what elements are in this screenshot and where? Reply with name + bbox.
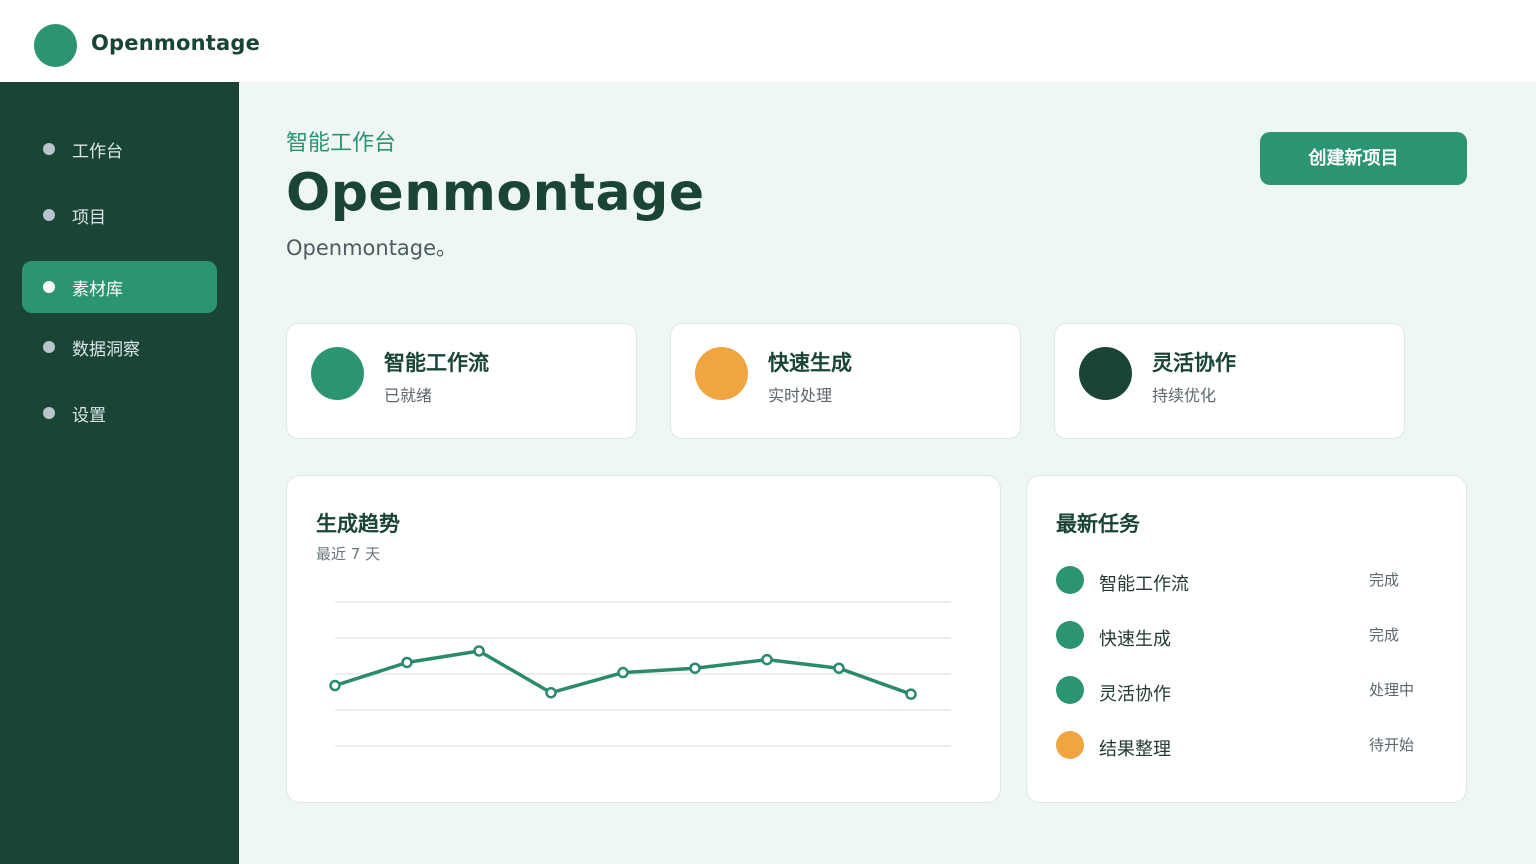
task-status-dot-icon bbox=[1056, 676, 1084, 704]
page-subtitle: Openmontage。 bbox=[286, 236, 458, 260]
data-point[interactable] bbox=[329, 679, 341, 692]
task-status-dot-icon bbox=[1056, 731, 1084, 759]
page-eyebrow: 智能工作台 bbox=[286, 131, 397, 156]
sidebar-item-label: 设置 bbox=[72, 406, 106, 426]
trend-chart-panel: 生成趋势 最近 7 天 bbox=[286, 475, 1001, 803]
status-dot-icon bbox=[1079, 347, 1132, 400]
chart-points bbox=[329, 645, 917, 700]
top-bar: Openmontage bbox=[0, 0, 1536, 82]
task-item[interactable]: 结果整理 待开始 bbox=[1056, 728, 1436, 768]
task-label: 快速生成 bbox=[1099, 629, 1171, 650]
page-title: Openmontage bbox=[286, 163, 705, 223]
task-item[interactable]: 快速生成 完成 bbox=[1056, 618, 1436, 658]
stat-card-workflow[interactable]: 智能工作流 已就绪 bbox=[286, 323, 637, 439]
sidebar-item-projects[interactable]: 项目 bbox=[22, 189, 217, 241]
task-status: 处理中 bbox=[1369, 681, 1415, 699]
data-point[interactable] bbox=[617, 666, 629, 679]
data-point[interactable] bbox=[761, 653, 773, 666]
stat-subtitle: 实时处理 bbox=[768, 386, 833, 405]
task-label: 结果整理 bbox=[1099, 739, 1171, 760]
data-point[interactable] bbox=[401, 656, 413, 669]
task-status-dot-icon bbox=[1056, 566, 1084, 594]
status-dot-icon bbox=[695, 347, 748, 400]
nav-dot-icon bbox=[43, 143, 55, 155]
logo-icon bbox=[34, 24, 77, 67]
sidebar-item-settings[interactable]: 设置 bbox=[22, 387, 217, 439]
data-point[interactable] bbox=[689, 662, 701, 674]
latest-tasks-panel: 最新任务 智能工作流 完成 快速生成 完成 灵活协作 处理中 结果整理 待开始 bbox=[1026, 475, 1467, 803]
sidebar-item-insights[interactable]: 数据洞察 bbox=[22, 321, 217, 373]
tasks-title: 最新任务 bbox=[1056, 512, 1140, 536]
task-status-dot-icon bbox=[1056, 621, 1084, 649]
task-label: 智能工作流 bbox=[1099, 574, 1189, 595]
nav-dot-icon bbox=[43, 281, 55, 293]
nav-dot-icon bbox=[43, 341, 55, 353]
nav-dot-icon bbox=[43, 407, 55, 419]
stat-card-collaboration[interactable]: 灵活协作 持续优化 bbox=[1054, 323, 1405, 439]
sidebar-item-label: 数据洞察 bbox=[72, 340, 140, 360]
stat-title: 快速生成 bbox=[768, 351, 852, 375]
trend-chart-title: 生成趋势 bbox=[316, 512, 400, 536]
sidebar-item-label: 素材库 bbox=[72, 280, 123, 300]
stat-title: 灵活协作 bbox=[1152, 351, 1236, 375]
task-status: 完成 bbox=[1369, 571, 1400, 589]
sidebar-item-assets[interactable]: 素材库 bbox=[22, 261, 217, 313]
nav-dot-icon bbox=[43, 209, 55, 221]
task-item[interactable]: 智能工作流 完成 bbox=[1056, 563, 1436, 603]
status-dot-icon bbox=[311, 347, 364, 400]
task-status: 待开始 bbox=[1369, 736, 1415, 754]
data-point[interactable] bbox=[545, 686, 557, 699]
sidebar: 工作台 项目 素材库 数据洞察 设置 bbox=[0, 82, 239, 864]
trend-chart-subtitle: 最近 7 天 bbox=[316, 545, 381, 563]
sidebar-item-label: 工作台 bbox=[72, 142, 123, 162]
stat-title: 智能工作流 bbox=[384, 351, 489, 375]
sidebar-item-workbench[interactable]: 工作台 bbox=[22, 123, 217, 175]
app-name: Openmontage bbox=[91, 31, 261, 55]
data-point[interactable] bbox=[473, 645, 485, 657]
data-point[interactable] bbox=[905, 688, 917, 700]
stat-card-fast-generate[interactable]: 快速生成 实时处理 bbox=[670, 323, 1021, 439]
data-point[interactable] bbox=[833, 662, 845, 674]
task-item[interactable]: 灵活协作 处理中 bbox=[1056, 673, 1436, 713]
stat-subtitle: 持续优化 bbox=[1152, 386, 1217, 405]
create-project-button[interactable]: 创建新项目 bbox=[1260, 132, 1467, 185]
sidebar-item-label: 项目 bbox=[72, 208, 106, 228]
task-status: 完成 bbox=[1369, 626, 1400, 644]
task-label: 灵活协作 bbox=[1099, 684, 1171, 705]
stat-subtitle: 已就绪 bbox=[384, 386, 433, 405]
